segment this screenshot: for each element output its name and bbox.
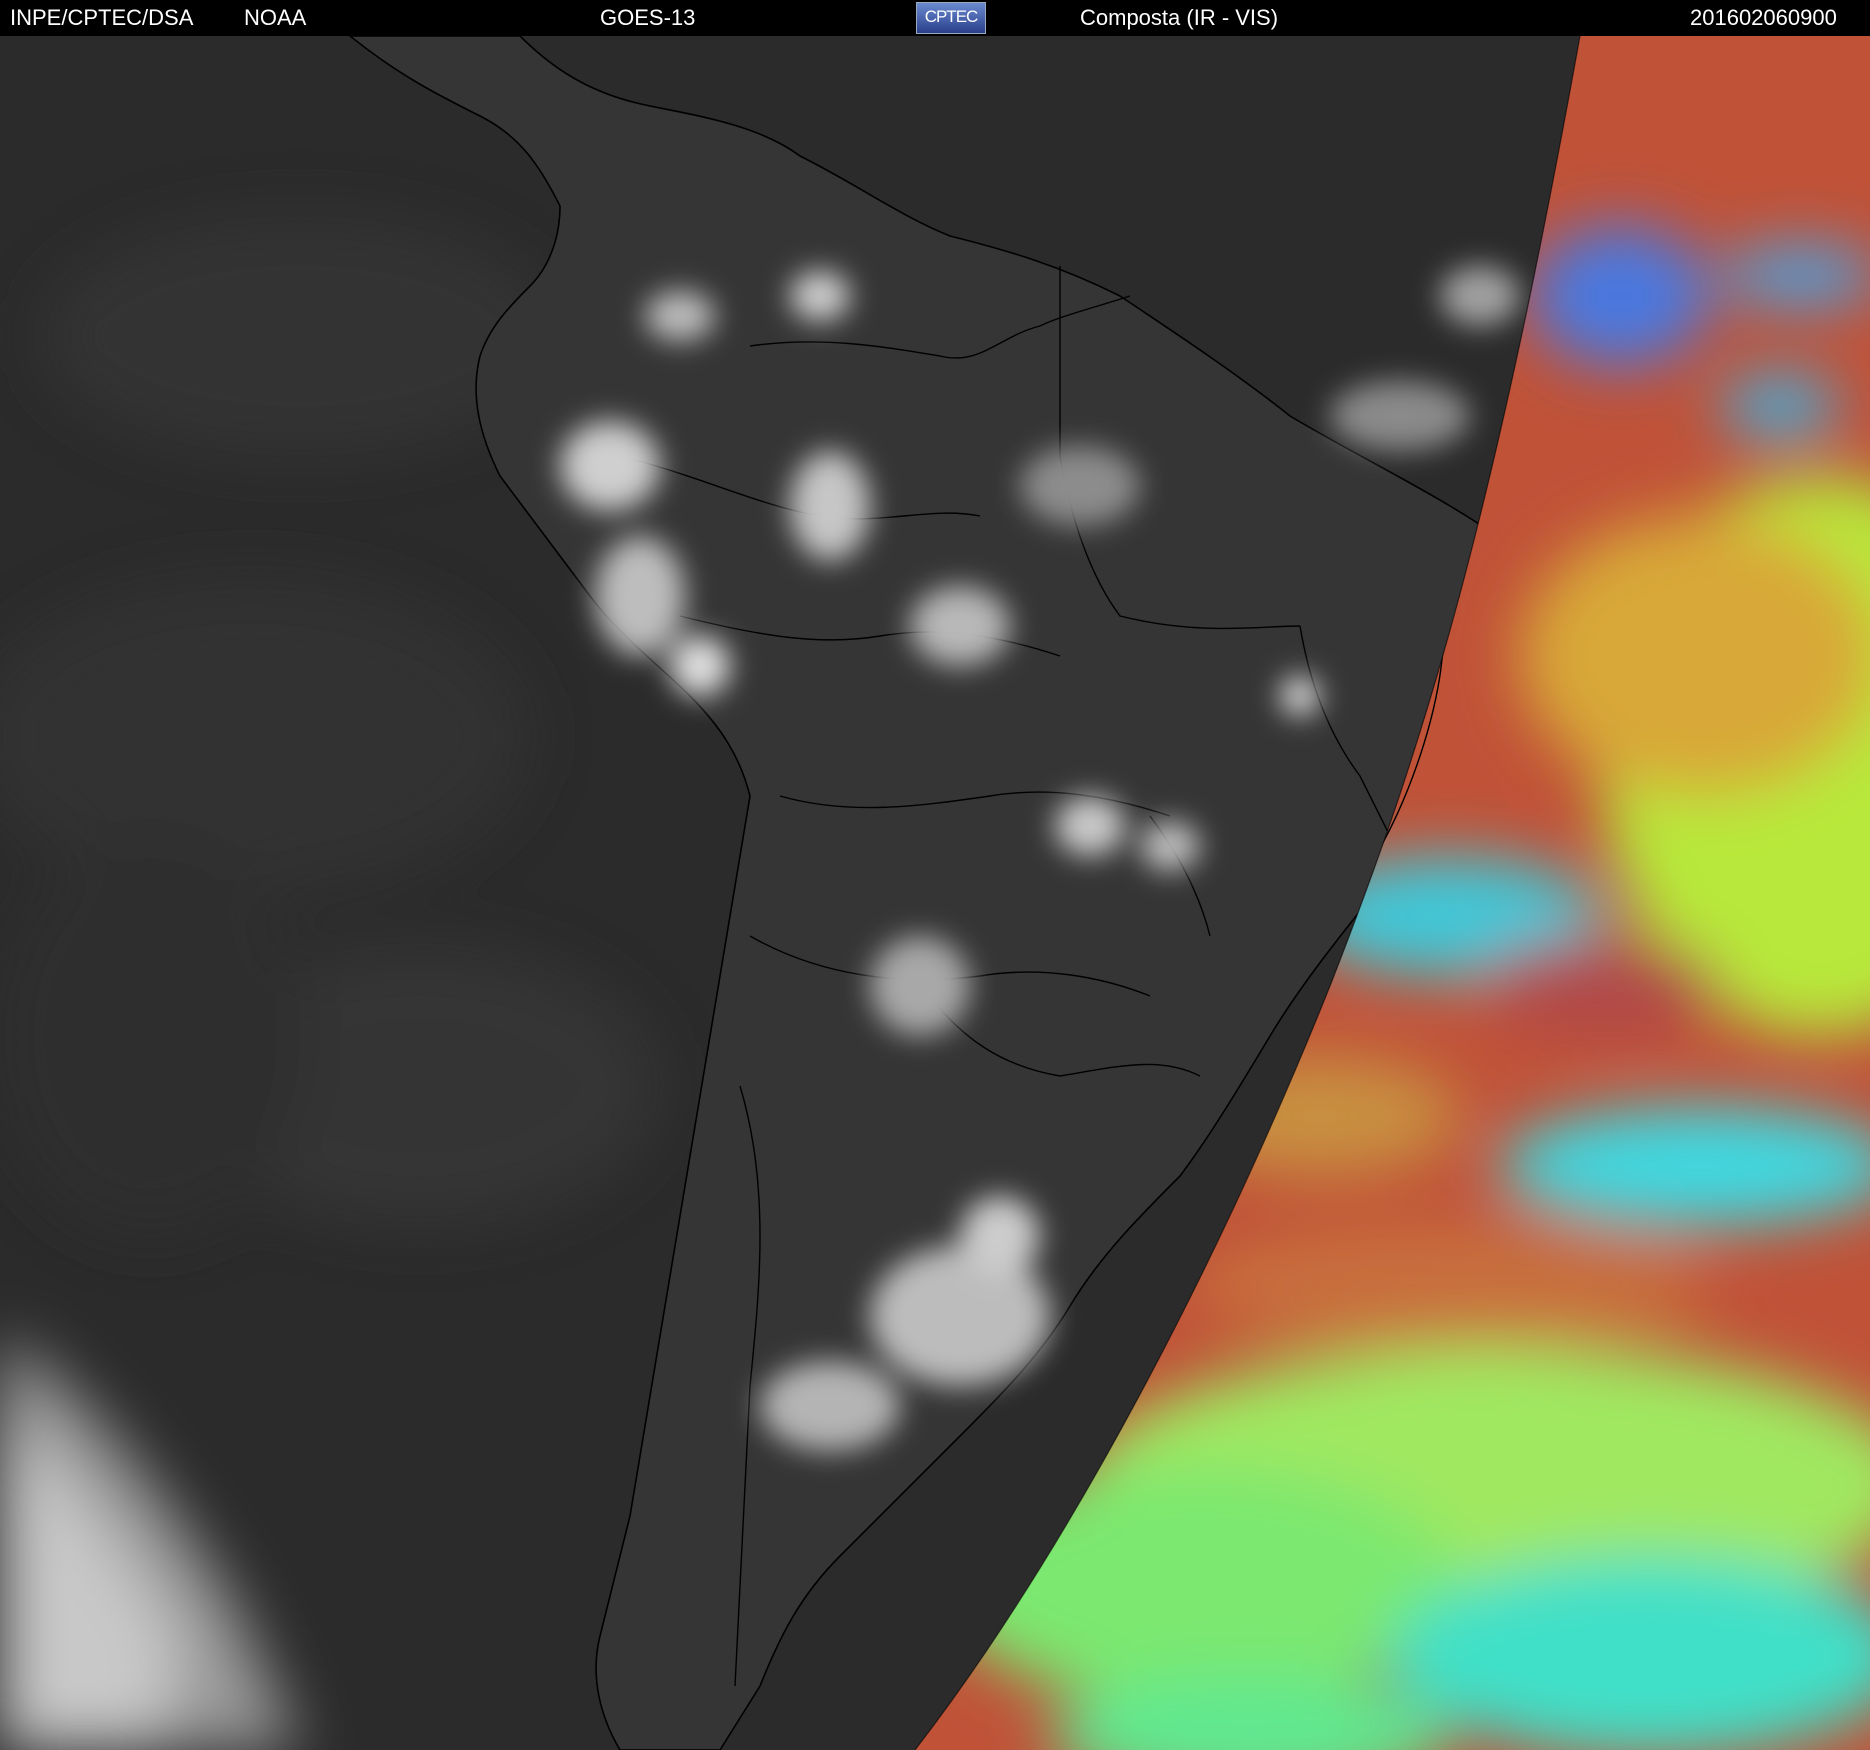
header-bar: INPE/CPTEC/DSA NOAA GOES-13 CPTEC Compos… [0,0,1870,36]
cptec-logo: CPTEC [916,2,986,34]
timestamp-label: 201602060900 [1690,5,1837,30]
cptec-logo-text: CPTEC [924,7,979,26]
product-label: Composta (IR - VIS) [1080,5,1279,30]
satellite-image [0,36,1870,1750]
agency-label: NOAA [244,5,307,30]
satellite-map [0,36,1870,1750]
satellite-label: GOES-13 [600,5,696,30]
institution-label: INPE/CPTEC/DSA [10,5,194,30]
